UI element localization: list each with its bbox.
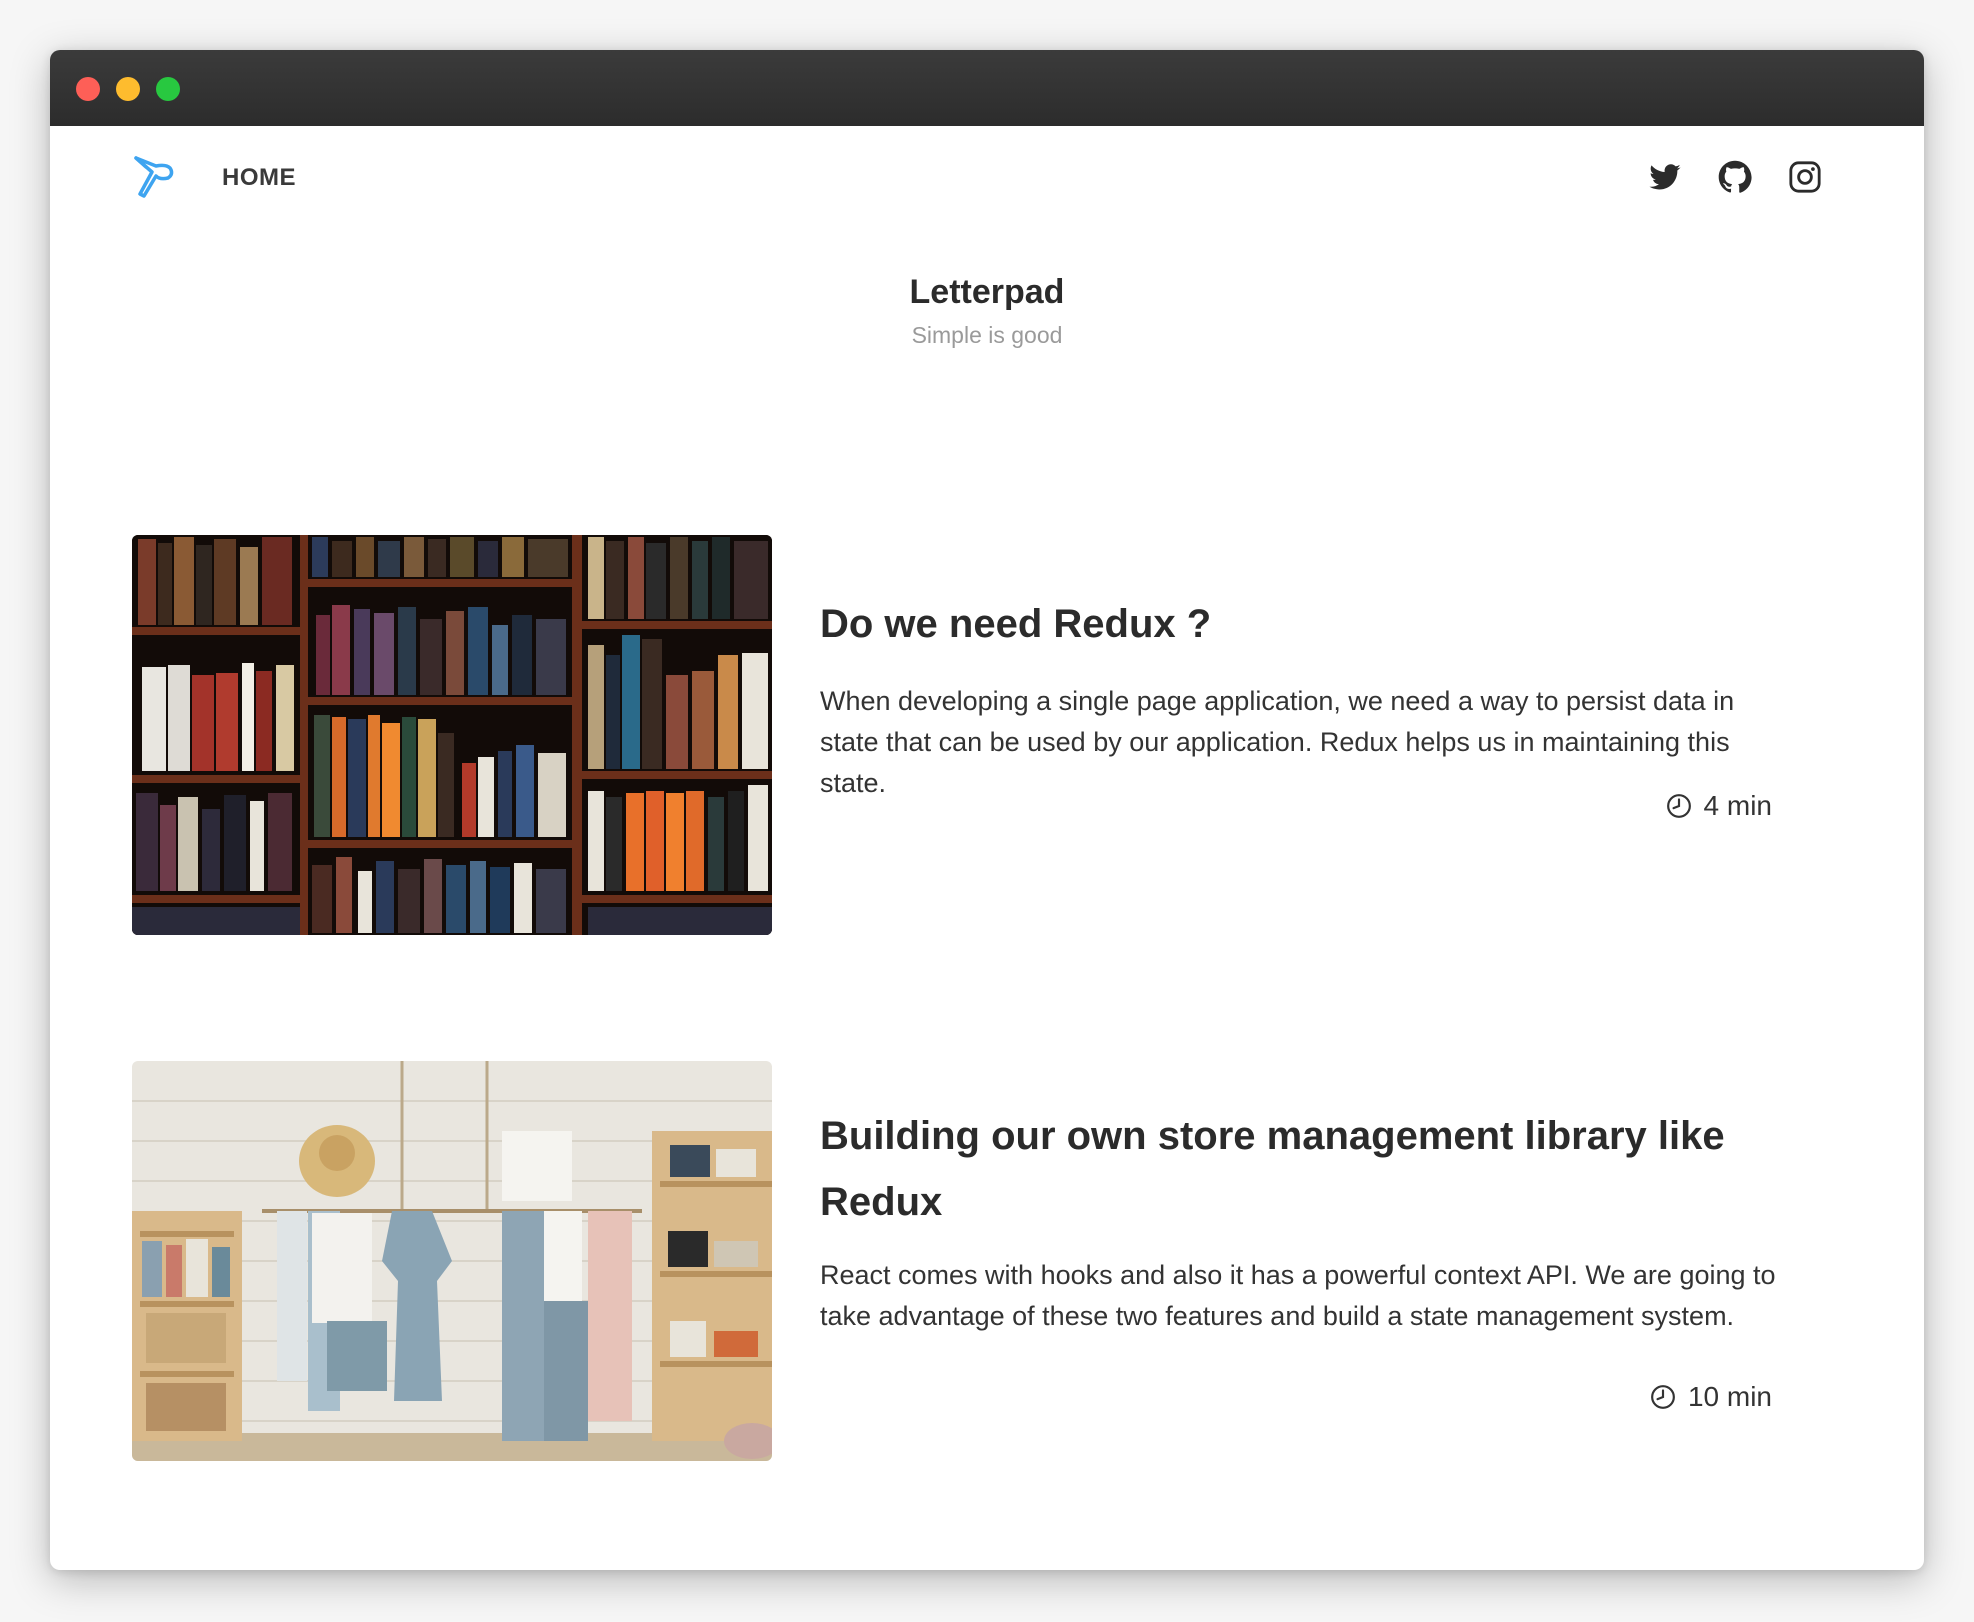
bookshelf-photo[interactable] [132,535,772,935]
post-title[interactable]: Building our own store management librar… [820,1103,1780,1235]
post-body: Do we need Redux ? When developing a sin… [820,591,1780,804]
reading-time: 10 min [1650,1381,1772,1413]
twitter-icon[interactable] [1648,160,1682,194]
nav-home-link[interactable]: HOME [222,164,296,192]
clothing-store-photo[interactable] [132,1061,772,1461]
site-title: Letterpad [909,273,1065,311]
window-titlebar [50,50,1924,126]
site-navbar: HOME [50,126,1924,236]
instagram-icon[interactable] [1788,160,1822,194]
post-excerpt: React comes with hooks and also it has a… [820,1260,1776,1331]
reading-time: 4 min [1666,790,1772,822]
post-body: Building our own store management librar… [820,1103,1780,1337]
clock-icon [1651,1385,1675,1409]
clock-icon [1666,794,1691,818]
browser-window: HOME Letterpad Simple is good Do we need… [50,50,1924,1570]
maximize-window-button[interactable] [156,77,180,101]
close-window-button[interactable] [76,77,100,101]
reading-time-label: 10 min [1687,1381,1772,1412]
post-excerpt: When developing a single page applicatio… [820,686,1735,798]
post-title[interactable]: Do we need Redux ? [820,591,1780,657]
site-header: Letterpad Simple is good [50,270,1924,350]
site-tagline: Simple is good [911,322,1063,348]
reading-time-label: 4 min [1703,790,1772,821]
letterpad-logo-icon[interactable] [130,154,174,200]
github-icon[interactable] [1718,160,1752,194]
minimize-window-button[interactable] [116,77,140,101]
